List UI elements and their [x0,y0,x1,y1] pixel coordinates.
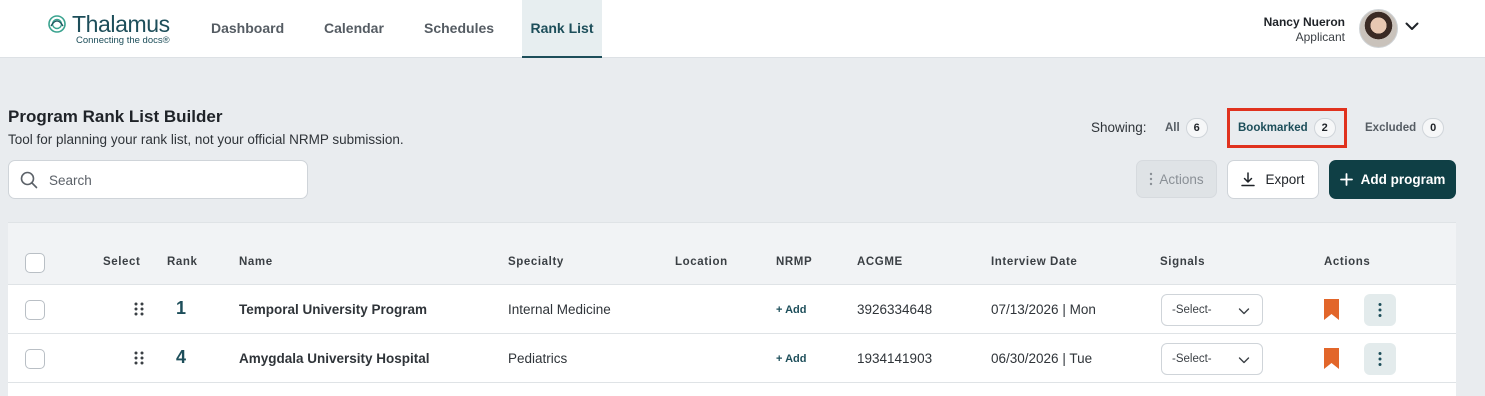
bookmark-icon[interactable] [1324,299,1339,320]
program-name[interactable]: Amygdala University Hospital [239,351,430,366]
add-program-button-label: Add program [1360,172,1446,187]
signals-select-value: -Select- [1172,353,1212,365]
bookmark-icon[interactable] [1324,348,1339,369]
header-acgme[interactable]: ACGME [857,256,903,268]
header-signals[interactable]: Signals [1160,256,1205,268]
header-select: Select [103,256,141,268]
drag-handle-icon[interactable] [133,301,145,317]
download-icon [1241,172,1256,187]
nav-dashboard[interactable]: Dashboard [211,0,284,58]
header-rank[interactable]: Rank [167,256,198,268]
brand-logo[interactable]: Thalamus Connecting the docs® [42,10,182,50]
highlight-box [1227,108,1347,148]
search-input[interactable] [49,169,299,191]
table-row: 1 Temporal University Program Internal M… [8,285,1456,334]
header-interview-date[interactable]: Interview Date [991,256,1077,268]
filter-excluded-count: 0 [1422,118,1445,138]
more-vertical-icon [1378,352,1382,366]
filter-all[interactable]: All 6 [1165,118,1208,138]
top-nav: Thalamus Connecting the docs® Dashboard … [0,0,1485,58]
chevron-down-icon [1238,308,1250,315]
header-actions: Actions [1324,256,1371,268]
brand-tagline: Connecting the docs® [76,35,170,46]
filter-excluded-label: Excluded [1365,122,1417,134]
header-specialty[interactable]: Specialty [508,256,564,268]
more-vertical-icon [1378,303,1382,317]
showing-label: Showing: [1091,120,1147,135]
brain-logo-icon [48,15,66,33]
user-name: Nancy Nueron [1263,15,1345,29]
filter-excluded[interactable]: Excluded 0 [1365,118,1445,138]
table-header: Select Rank Name Specialty Location NRMP… [8,223,1456,285]
program-name[interactable]: Temporal University Program [239,302,427,317]
interview-date: 06/30/2026 | Tue [991,351,1093,366]
nav-calendar[interactable]: Calendar [324,0,384,58]
nrmp-add-link[interactable]: + Add [776,304,806,316]
vertical-dots-icon [1150,172,1153,186]
page-title: Program Rank List Builder [8,107,223,126]
chevron-down-icon[interactable] [1403,17,1421,35]
filter-all-label: All [1165,122,1180,134]
row-more-button[interactable] [1364,343,1396,375]
brand-name: Thalamus [72,11,170,37]
nav-rank-list[interactable]: Rank List [522,0,602,58]
nrmp-add-link[interactable]: + Add [776,353,806,365]
program-specialty: Internal Medicine [508,302,611,317]
row-checkbox[interactable] [25,300,45,320]
rank-number: 1 [176,298,187,318]
rank-list-table: Select Rank Name Specialty Location NRMP… [8,222,1456,396]
select-all-checkbox[interactable] [25,253,45,273]
search-box[interactable] [8,160,308,199]
add-program-button[interactable]: Add program [1329,160,1456,199]
nav-schedules[interactable]: Schedules [424,0,494,58]
row-checkbox[interactable] [25,349,45,369]
filter-all-count: 6 [1185,118,1208,138]
rank-number: 4 [176,347,187,367]
interview-date: 07/13/2026 | Mon [991,302,1096,317]
header-nrmp[interactable]: NRMP [776,256,812,268]
actions-button[interactable]: Actions [1136,160,1217,198]
actions-button-label: Actions [1159,171,1204,187]
signals-select[interactable]: -Select- [1161,343,1263,375]
plus-icon [1339,173,1353,186]
row-more-button[interactable] [1364,294,1396,326]
drag-handle-icon[interactable] [133,350,145,366]
chevron-down-icon [1238,357,1250,364]
header-location[interactable]: Location [675,256,728,268]
export-button-label: Export [1265,172,1305,187]
program-specialty: Pediatrics [508,351,568,366]
export-button[interactable]: Export [1227,160,1319,199]
search-icon [20,171,38,189]
user-role: Applicant [1295,30,1345,44]
header-name[interactable]: Name [239,256,273,268]
program-acgme: 1934141903 [857,351,933,366]
signals-select-value: -Select- [1172,304,1212,316]
page-subtitle: Tool for planning your rank list, not yo… [8,132,404,147]
avatar[interactable] [1359,9,1398,48]
signals-select[interactable]: -Select- [1161,294,1263,326]
table-row: 4 Amygdala University Hospital Pediatric… [8,334,1456,383]
program-acgme: 3926334648 [857,302,933,317]
